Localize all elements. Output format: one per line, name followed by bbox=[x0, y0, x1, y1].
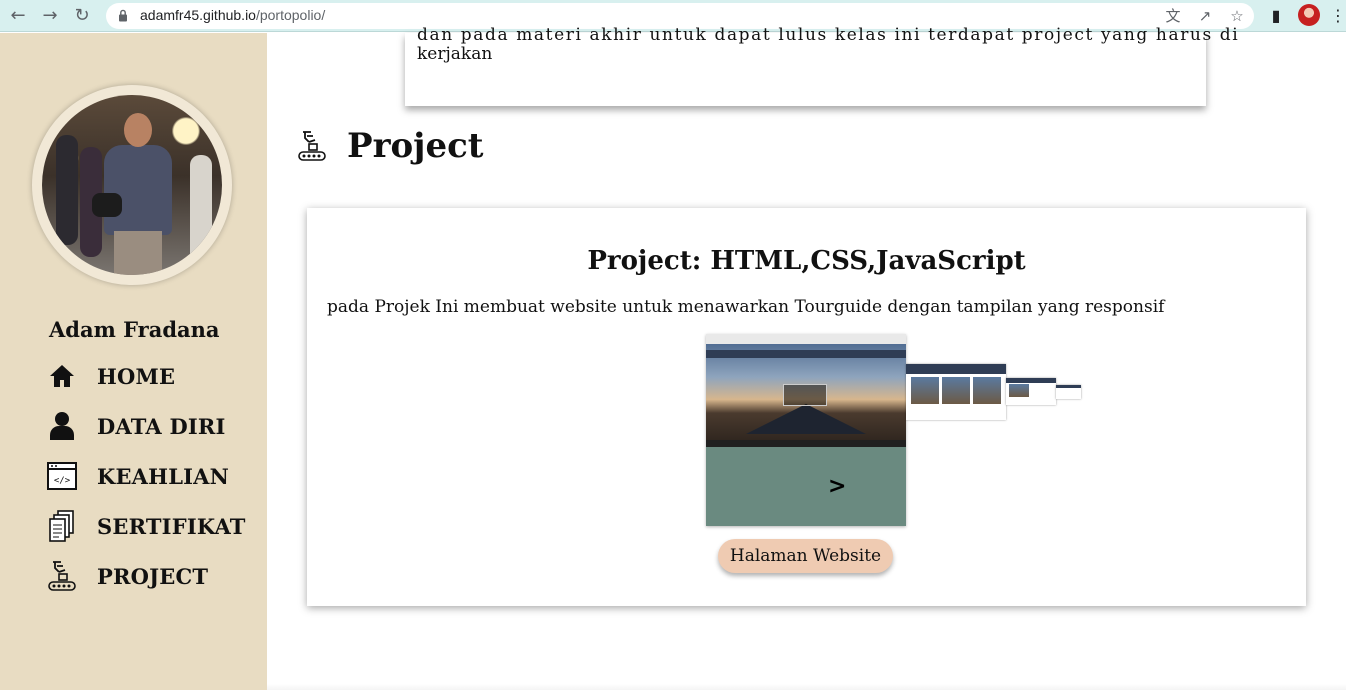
conveyor-icon bbox=[46, 560, 78, 592]
photo-bystander bbox=[190, 155, 212, 265]
photo-person-head bbox=[124, 113, 152, 147]
section-title: Project bbox=[347, 126, 484, 166]
sidebar-item-home[interactable]: HOME bbox=[46, 359, 256, 393]
conveyor-icon bbox=[298, 131, 326, 161]
side-panel-icon[interactable]: ▮ bbox=[1265, 5, 1287, 27]
url-text: adamfr45.github.io/portopolio/ bbox=[140, 7, 325, 23]
home-icon bbox=[46, 360, 78, 392]
screenshot-browser-bar bbox=[706, 334, 906, 344]
forward-arrow-icon[interactable]: → bbox=[38, 4, 62, 28]
screenshot-taskbar bbox=[706, 440, 906, 447]
lock-icon bbox=[119, 9, 127, 22]
sidebar-item-data-diri[interactable]: DATA DIRI bbox=[46, 409, 256, 443]
translate-icon[interactable]: 文 bbox=[1164, 7, 1182, 25]
website-page-button[interactable]: Halaman Website bbox=[718, 539, 893, 573]
code-window-icon: </> bbox=[46, 460, 78, 492]
svg-text:</>: </> bbox=[54, 476, 71, 486]
thumbnail-navbar bbox=[1006, 378, 1056, 383]
url-host: adamfr45.github.io bbox=[140, 7, 256, 23]
website-screenshot bbox=[706, 334, 906, 447]
project-description: pada Projek Ini membuat website untuk me… bbox=[327, 297, 1165, 317]
reload-icon[interactable]: ↻ bbox=[70, 4, 94, 28]
back-arrow-icon[interactable]: ← bbox=[6, 4, 30, 28]
thumbnail-image bbox=[973, 377, 1001, 405]
page-bottom-edge bbox=[267, 684, 1346, 690]
previous-section-card: dan pada materi akhir untuk dapat lulus … bbox=[405, 25, 1238, 106]
sidebar-item-sertifikat[interactable]: SERTIFIKAT bbox=[46, 509, 256, 543]
photo-person-bag bbox=[92, 193, 122, 217]
carousel-next-button[interactable]: > bbox=[828, 474, 846, 499]
photo-bystander bbox=[56, 135, 78, 245]
profile-photo bbox=[42, 95, 222, 275]
previous-card-text-line: dan pada materi akhir untuk dapat lulus … bbox=[417, 25, 1240, 45]
profile-name: Adam Fradana bbox=[49, 317, 220, 342]
bookmark-star-icon[interactable]: ☆ bbox=[1228, 7, 1246, 25]
screenshot-welcome-box bbox=[783, 384, 827, 406]
sidebar-item-label: SERTIFIKAT bbox=[97, 513, 246, 539]
thumbnail-image bbox=[911, 377, 939, 405]
sidebar-item-label: KEAHLIAN bbox=[97, 463, 230, 489]
url-path: /portopolio/ bbox=[255, 7, 326, 23]
profile-photo-frame bbox=[32, 85, 232, 285]
photo-person-body bbox=[104, 145, 172, 235]
project-screenshot-carousel[interactable]: > bbox=[706, 334, 906, 526]
thumbnail-image bbox=[1008, 384, 1029, 398]
sidebar-item-project[interactable]: PROJECT bbox=[46, 559, 256, 593]
screenshot-mountain bbox=[746, 404, 866, 434]
share-icon[interactable]: ↗ bbox=[1196, 7, 1214, 25]
thumbnail-image bbox=[942, 377, 970, 405]
sidebar-item-label: PROJECT bbox=[97, 563, 209, 589]
sidebar-item-keahlian[interactable]: </> KEAHLIAN bbox=[46, 459, 256, 493]
sidebar-item-label: HOME bbox=[97, 363, 176, 389]
documents-icon bbox=[46, 510, 78, 542]
carousel-thumbnail[interactable] bbox=[1056, 385, 1081, 399]
browser-profile-avatar[interactable] bbox=[1298, 4, 1320, 26]
person-icon bbox=[46, 410, 78, 442]
carousel-thumbnail[interactable] bbox=[906, 364, 1006, 420]
thumbnail-navbar bbox=[906, 364, 1006, 375]
previous-card-text-line: kerjakan bbox=[417, 44, 493, 64]
screenshot-navbar bbox=[706, 350, 906, 358]
photo-person-legs bbox=[114, 231, 162, 275]
project-card: Project: HTML,CSS,JavaScript pada Projek… bbox=[307, 208, 1306, 606]
menu-dots-icon[interactable]: ⋮ bbox=[1330, 5, 1346, 27]
project-title: Project: HTML,CSS,JavaScript bbox=[587, 246, 1026, 276]
sidebar-item-label: DATA DIRI bbox=[97, 413, 226, 439]
thumbnail-navbar bbox=[1056, 385, 1081, 388]
carousel-thumbnail[interactable] bbox=[1006, 378, 1056, 405]
sidebar: Adam Fradana HOME DATA DIRI </> KEAHLIAN… bbox=[0, 33, 267, 690]
